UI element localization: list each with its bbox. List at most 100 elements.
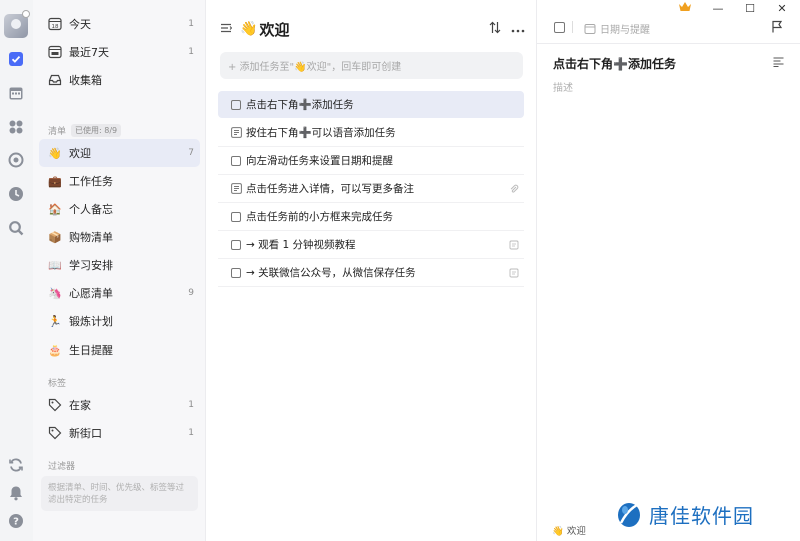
sidebar: 18 今天 1 最近7天 1 收集箱 清单 已使用: 8/9 👋 欢迎 7 💼 … (33, 0, 206, 541)
unicorn-icon: 🦄 (48, 286, 62, 300)
filters-hint-box[interactable]: 根据清单、时间、优先级、标签等过滤出特定的任务 (41, 476, 198, 511)
sidebar-item-shopping[interactable]: 📦 购物清单 (39, 223, 200, 251)
sidebar-item-inbox[interactable]: 收集箱 (39, 66, 200, 94)
task-checkbox-icon[interactable] (7, 50, 25, 68)
lists-usage-badge: 已使用: 8/9 (71, 124, 122, 137)
detail-task-title[interactable]: 点击右下角➕添加任务 (553, 55, 676, 72)
menu-toggle-icon[interactable] (220, 22, 233, 37)
date-reminder-button[interactable]: 日期与提醒 (584, 21, 650, 36)
task-checkbox[interactable] (231, 155, 241, 166)
waving-hand-icon: 👋 (48, 146, 62, 160)
focus-timer-icon[interactable] (7, 151, 25, 169)
sidebar-item-count: 1 (188, 19, 194, 29)
tags-section-label: 标签 (48, 379, 67, 389)
task-title: → 关联微信公众号，从微信保存任务 (246, 267, 416, 279)
sidebar-item-count: 7 (188, 148, 194, 158)
watermark-text: 唐佳软件园 (649, 504, 754, 528)
sidebar-item-label: 今天 (69, 18, 91, 31)
calendar-day-icon: 18 (48, 17, 62, 31)
sidebar-item-count: 1 (188, 428, 194, 438)
task-row[interactable]: 点击任务前的小方框来完成任务 (218, 203, 524, 231)
sidebar-item-personal[interactable]: 🏠 个人备忘 (39, 195, 200, 223)
sidebar-item-label: 最近7天 (69, 46, 109, 59)
sidebar-item-label: 新街口 (69, 427, 102, 440)
avatar-status-dot (22, 10, 30, 18)
sync-icon[interactable] (7, 456, 25, 474)
sidebar-item-label: 学习安排 (69, 259, 113, 272)
premium-crown-icon[interactable] (678, 1, 692, 15)
filters-section-title[interactable]: 过滤器 (48, 459, 75, 472)
list-header: 👋 欢迎 (220, 18, 525, 40)
sidebar-item-label: 购物清单 (69, 231, 113, 244)
calendar-icon[interactable] (7, 84, 25, 102)
filters-section-label: 过滤器 (48, 462, 76, 472)
sidebar-item-label: 收集箱 (69, 74, 102, 87)
task-title: 点击任务进入详情，可以写更多备注 (246, 183, 414, 195)
task-row[interactable]: → 关联微信公众号，从微信保存任务 (218, 259, 524, 287)
open-book-icon: 📖 (48, 258, 62, 272)
task-row[interactable]: → 观看 1 分钟视频教程 (218, 231, 524, 259)
maximize-button[interactable]: ☐ (742, 2, 758, 15)
description-placeholder[interactable]: 描述 (553, 79, 573, 94)
lists-section-label: 清单 (48, 127, 67, 137)
text-format-icon[interactable] (773, 57, 784, 70)
watermark-logo-icon (618, 502, 640, 527)
sidebar-item-label: 工作任务 (69, 175, 113, 188)
notification-bell-icon[interactable] (7, 484, 25, 502)
search-icon[interactable] (7, 219, 25, 237)
task-row[interactable]: 点击右下角➕添加任务 (218, 91, 524, 118)
task-title: 向左滑动任务来设置日期和提醒 (246, 155, 393, 167)
inbox-icon (48, 73, 62, 87)
task-title: 点击任务前的小方框来完成任务 (246, 211, 393, 223)
sidebar-item-welcome[interactable]: 👋 欢迎 7 (39, 139, 200, 167)
detail-task-checkbox[interactable] (554, 22, 565, 33)
task-checkbox[interactable] (231, 267, 241, 278)
priority-flag-icon[interactable] (771, 20, 783, 36)
task-title: → 观看 1 分钟视频教程 (246, 239, 356, 251)
more-options-icon[interactable] (511, 23, 525, 36)
close-button[interactable]: ✕ (774, 2, 790, 15)
task-checkbox[interactable] (231, 211, 241, 222)
sidebar-item-tag-xinjiekou[interactable]: 新街口 1 (39, 419, 200, 447)
date-reminder-label: 日期与提醒 (600, 25, 650, 36)
task-row[interactable]: 按住右下角➕可以语音添加任务 (218, 119, 524, 147)
sidebar-item-wishlist[interactable]: 🦄 心愿清单 9 (39, 279, 200, 307)
sidebar-item-exercise[interactable]: 🏃 锻炼计划 (39, 307, 200, 335)
tags-section-title[interactable]: 标签 (48, 376, 66, 389)
task-title: 点击右下角➕添加任务 (246, 99, 354, 111)
sidebar-item-next7days[interactable]: 最近7天 1 (39, 38, 200, 66)
watermark: 唐佳软件园 (615, 500, 754, 529)
sidebar-item-count: 9 (188, 288, 194, 298)
sidebar-item-birthdays[interactable]: 🎂 生日提醒 (39, 336, 200, 364)
help-icon[interactable]: ? (7, 512, 25, 530)
matrix-icon[interactable] (7, 118, 25, 136)
sidebar-item-label: 锻炼计划 (69, 315, 113, 328)
sidebar-item-label: 生日提醒 (69, 344, 113, 357)
sidebar-item-label: 个人备忘 (69, 203, 113, 216)
minimize-button[interactable]: — (710, 2, 726, 15)
clock-icon[interactable] (7, 185, 25, 203)
task-row[interactable]: 向左滑动任务来设置日期和提醒 (218, 147, 524, 175)
calendar-day-number: 18 (52, 24, 59, 30)
list-title: 欢迎 (259, 20, 290, 39)
sidebar-item-work[interactable]: 💼 工作任务 (39, 167, 200, 195)
sidebar-item-label: 欢迎 (69, 147, 91, 160)
sidebar-item-tag-home[interactable]: 在家 1 (39, 391, 200, 419)
add-task-input[interactable]: + 添加任务至"👋欢迎"，回车即可创建 (220, 52, 523, 79)
task-checkbox[interactable] (231, 99, 241, 110)
detail-list-label[interactable]: 👋 欢迎 (552, 523, 586, 537)
lists-section-title[interactable]: 清单 已使用: 8/9 (48, 124, 122, 137)
sidebar-item-study[interactable]: 📖 学习安排 (39, 251, 200, 279)
task-checkbox[interactable] (231, 239, 241, 250)
tag-icon (48, 426, 62, 440)
note-task-icon[interactable] (231, 183, 242, 194)
task-detail-panel: 日期与提醒 — ☐ ✕ 点击右下角➕添加任务 描述 👋 欢迎 (537, 0, 800, 541)
briefcase-icon: 💼 (48, 174, 62, 188)
sidebar-item-today[interactable]: 18 今天 1 (39, 10, 200, 38)
birthday-cake-icon: 🎂 (48, 343, 62, 357)
note-task-icon[interactable] (231, 127, 242, 138)
task-row[interactable]: 点击任务进入详情，可以写更多备注 (218, 175, 524, 203)
calendar-icon (584, 23, 596, 34)
sidebar-item-label: 心愿清单 (69, 287, 113, 300)
sort-icon[interactable] (489, 21, 501, 37)
